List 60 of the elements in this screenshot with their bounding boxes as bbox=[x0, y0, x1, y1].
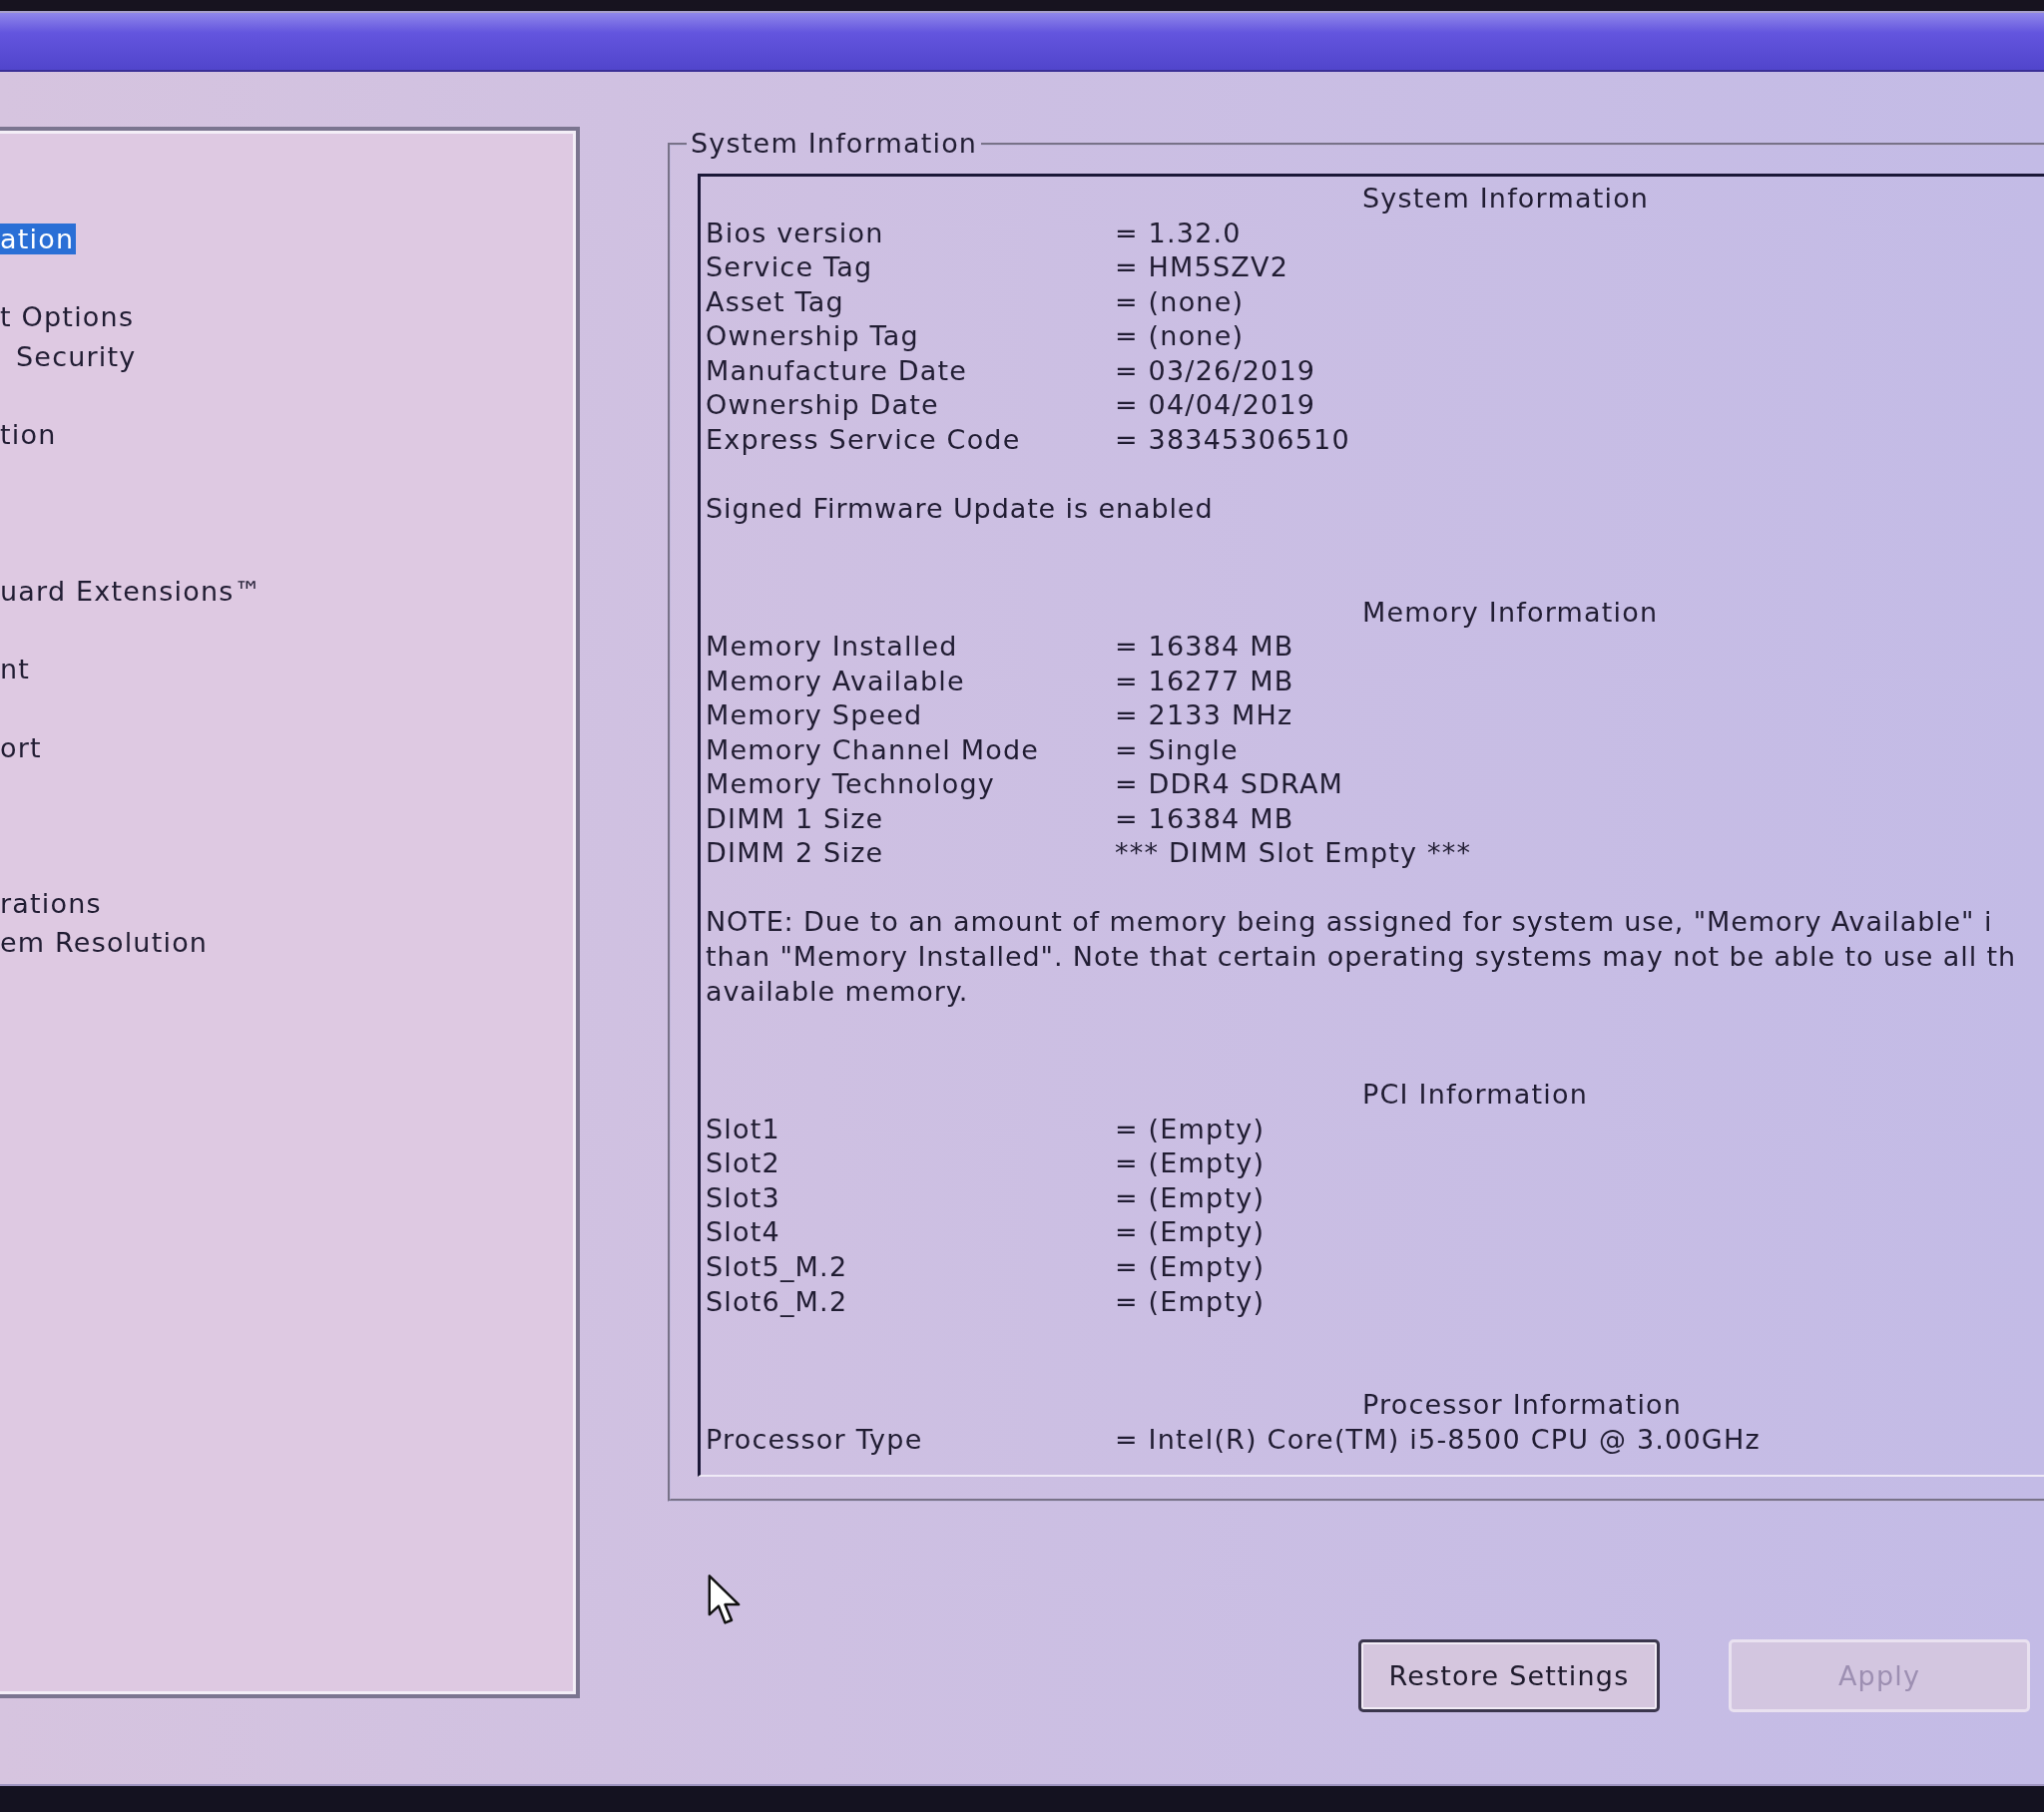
field-value: = (Empty) bbox=[1115, 1284, 1266, 1319]
menu-item[interactable]: ort bbox=[0, 731, 44, 763]
field-value: = (Empty) bbox=[1115, 1112, 1266, 1146]
field-label: Slot4 bbox=[706, 1215, 780, 1250]
field-value: = 16384 MB bbox=[1115, 801, 1294, 836]
field-value: = 03/26/2019 bbox=[1115, 353, 1316, 388]
menu-item[interactable]: t Options bbox=[0, 301, 137, 333]
field-label: Slot3 bbox=[706, 1180, 780, 1215]
field-value: = HM5SZV2 bbox=[1115, 250, 1289, 285]
field-label: Ownership Date bbox=[706, 388, 939, 423]
field-value: = (Empty) bbox=[1115, 1215, 1266, 1250]
field-label: Memory Technology bbox=[706, 767, 996, 802]
section-heading: PCI Information bbox=[1362, 1078, 1588, 1113]
field-value: = 1.32.0 bbox=[1115, 216, 1242, 250]
menu-item[interactable]: rations bbox=[0, 888, 104, 920]
restore-settings-button[interactable]: Restore Settings bbox=[1358, 1639, 1660, 1713]
field-value: = (Empty) bbox=[1115, 1180, 1266, 1215]
group-box-title: System Information bbox=[690, 127, 979, 161]
field-value: = 16384 MB bbox=[1115, 630, 1294, 665]
field-label: Processor Type bbox=[706, 1422, 923, 1457]
field-label: Memory Available bbox=[706, 664, 965, 698]
field-value: *** DIMM Slot Empty *** bbox=[1115, 836, 1472, 871]
field-label: Bios version bbox=[706, 216, 884, 250]
note-text: NOTE: Due to an amount of memory being assigned for system use, "Memory Available" i than "Memory Installed". Note that certain operating systems may not be able to use all th available memory. bbox=[706, 905, 2017, 1009]
field-value: = Single bbox=[1115, 732, 1239, 767]
field-value: = DDR4 SDRAM bbox=[1115, 767, 1344, 802]
field-label: Express Service Code bbox=[706, 422, 1021, 457]
field-value: = 16277 MB bbox=[1115, 664, 1294, 698]
menu-item[interactable]: ation bbox=[0, 224, 77, 255]
field-label: Memory Channel Mode bbox=[706, 732, 1040, 767]
note-text: Signed Firmware Update is enabled bbox=[706, 491, 1214, 526]
field-label: Slot6_M.2 bbox=[706, 1284, 848, 1319]
field-value: = 38345306510 bbox=[1115, 422, 1350, 457]
field-label: Ownership Tag bbox=[706, 319, 919, 354]
field-label: Memory Installed bbox=[706, 630, 958, 665]
cursor-icon bbox=[708, 1575, 741, 1624]
field-label: Service Tag bbox=[706, 250, 873, 285]
field-value: = (none) bbox=[1115, 284, 1245, 319]
field-value: = Intel(R) Core(TM) i5-8500 CPU @ 3.00GHz bbox=[1115, 1422, 1761, 1457]
field-label: Asset Tag bbox=[706, 284, 844, 319]
field-value: = (none) bbox=[1115, 319, 1245, 354]
field-label: DIMM 2 Size bbox=[706, 836, 884, 871]
field-label: Memory Speed bbox=[706, 698, 923, 733]
field-value: = (Empty) bbox=[1115, 1146, 1266, 1181]
field-value: = 2133 MHz bbox=[1115, 698, 1293, 733]
field-label: DIMM 1 Size bbox=[706, 801, 884, 836]
section-heading: Memory Information bbox=[1362, 595, 1659, 630]
field-value: = 04/04/2019 bbox=[1115, 388, 1316, 423]
menu-item[interactable]: em Resolution bbox=[0, 927, 211, 959]
menu-item[interactable]: Security bbox=[16, 340, 139, 372]
menu-item[interactable]: uard Extensions™ bbox=[0, 575, 264, 607]
field-value: = (Empty) bbox=[1115, 1249, 1266, 1284]
field-label: Manufacture Date bbox=[706, 353, 968, 388]
field-label: Slot5_M.2 bbox=[706, 1249, 848, 1284]
field-label: Slot1 bbox=[706, 1112, 780, 1146]
section-heading: Processor Information bbox=[1362, 1388, 1683, 1423]
section-heading: System Information bbox=[1362, 182, 1650, 216]
menu-item[interactable]: nt bbox=[0, 654, 33, 685]
field-label: Slot2 bbox=[706, 1146, 780, 1181]
menu-item[interactable]: tion bbox=[0, 419, 59, 451]
